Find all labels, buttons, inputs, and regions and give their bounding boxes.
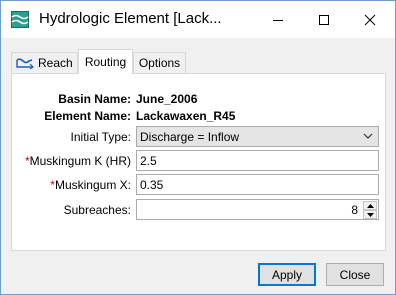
apply-button-label: Apply [271, 267, 303, 282]
title-bar[interactable]: Hydrologic Element [Lack... [1, 1, 395, 38]
initial-type-select[interactable]: Discharge = Inflow [136, 126, 379, 147]
tab-options-label: Options [138, 56, 181, 70]
subreaches-label: Subreaches: [63, 203, 131, 217]
triangle-up-icon [366, 203, 374, 208]
triangle-down-icon [366, 212, 374, 217]
muskingum-x-input[interactable]: 0.35 [136, 174, 379, 195]
minimize-button[interactable] [255, 1, 301, 38]
tab-options[interactable]: Options [133, 52, 186, 73]
tab-reach-label: Reach [38, 56, 73, 70]
subreaches-value: 8 [351, 203, 358, 217]
maximize-button[interactable] [301, 1, 347, 38]
close-window-button[interactable] [347, 1, 393, 38]
tab-routing-label: Routing [84, 55, 127, 69]
tab-routing[interactable]: Routing [78, 49, 133, 74]
window-title: Hydrologic Element [Lack... [39, 10, 222, 27]
muskingum-x-label: *Muskingum X: [50, 178, 131, 192]
element-name-label: Element Name: [44, 109, 131, 123]
dialog-window: Hydrologic Element [Lack... Reach Routin… [0, 0, 396, 295]
initial-type-value: Discharge = Inflow [140, 129, 240, 144]
spin-up-button[interactable] [363, 201, 377, 210]
apply-button[interactable]: Apply [258, 263, 316, 286]
routing-panel: Basin Name: June_2006 Element Name: Lack… [11, 73, 386, 251]
app-icon [11, 11, 29, 28]
close-button[interactable]: Close [326, 263, 384, 286]
subreaches-spinner[interactable]: 8 [136, 199, 379, 220]
muskingum-x-value: 0.35 [140, 177, 164, 192]
minimize-icon [273, 19, 283, 21]
tab-reach[interactable]: Reach [11, 52, 78, 73]
chevron-down-icon [363, 133, 373, 139]
reach-icon [16, 58, 34, 69]
basin-name-label: Basin Name: [58, 92, 131, 106]
muskingum-k-value: 2.5 [140, 153, 157, 168]
spin-down-button[interactable] [363, 210, 377, 219]
maximize-icon [319, 14, 329, 25]
initial-type-label: Initial Type: [70, 130, 131, 144]
basin-name-value: June_2006 [136, 92, 198, 106]
muskingum-k-input[interactable]: 2.5 [136, 150, 379, 171]
close-icon [364, 14, 376, 25]
muskingum-k-label: *Muskingum K (HR) [24, 154, 131, 168]
close-button-label: Close [339, 267, 371, 282]
element-name-value: Lackawaxen_R45 [136, 109, 236, 123]
